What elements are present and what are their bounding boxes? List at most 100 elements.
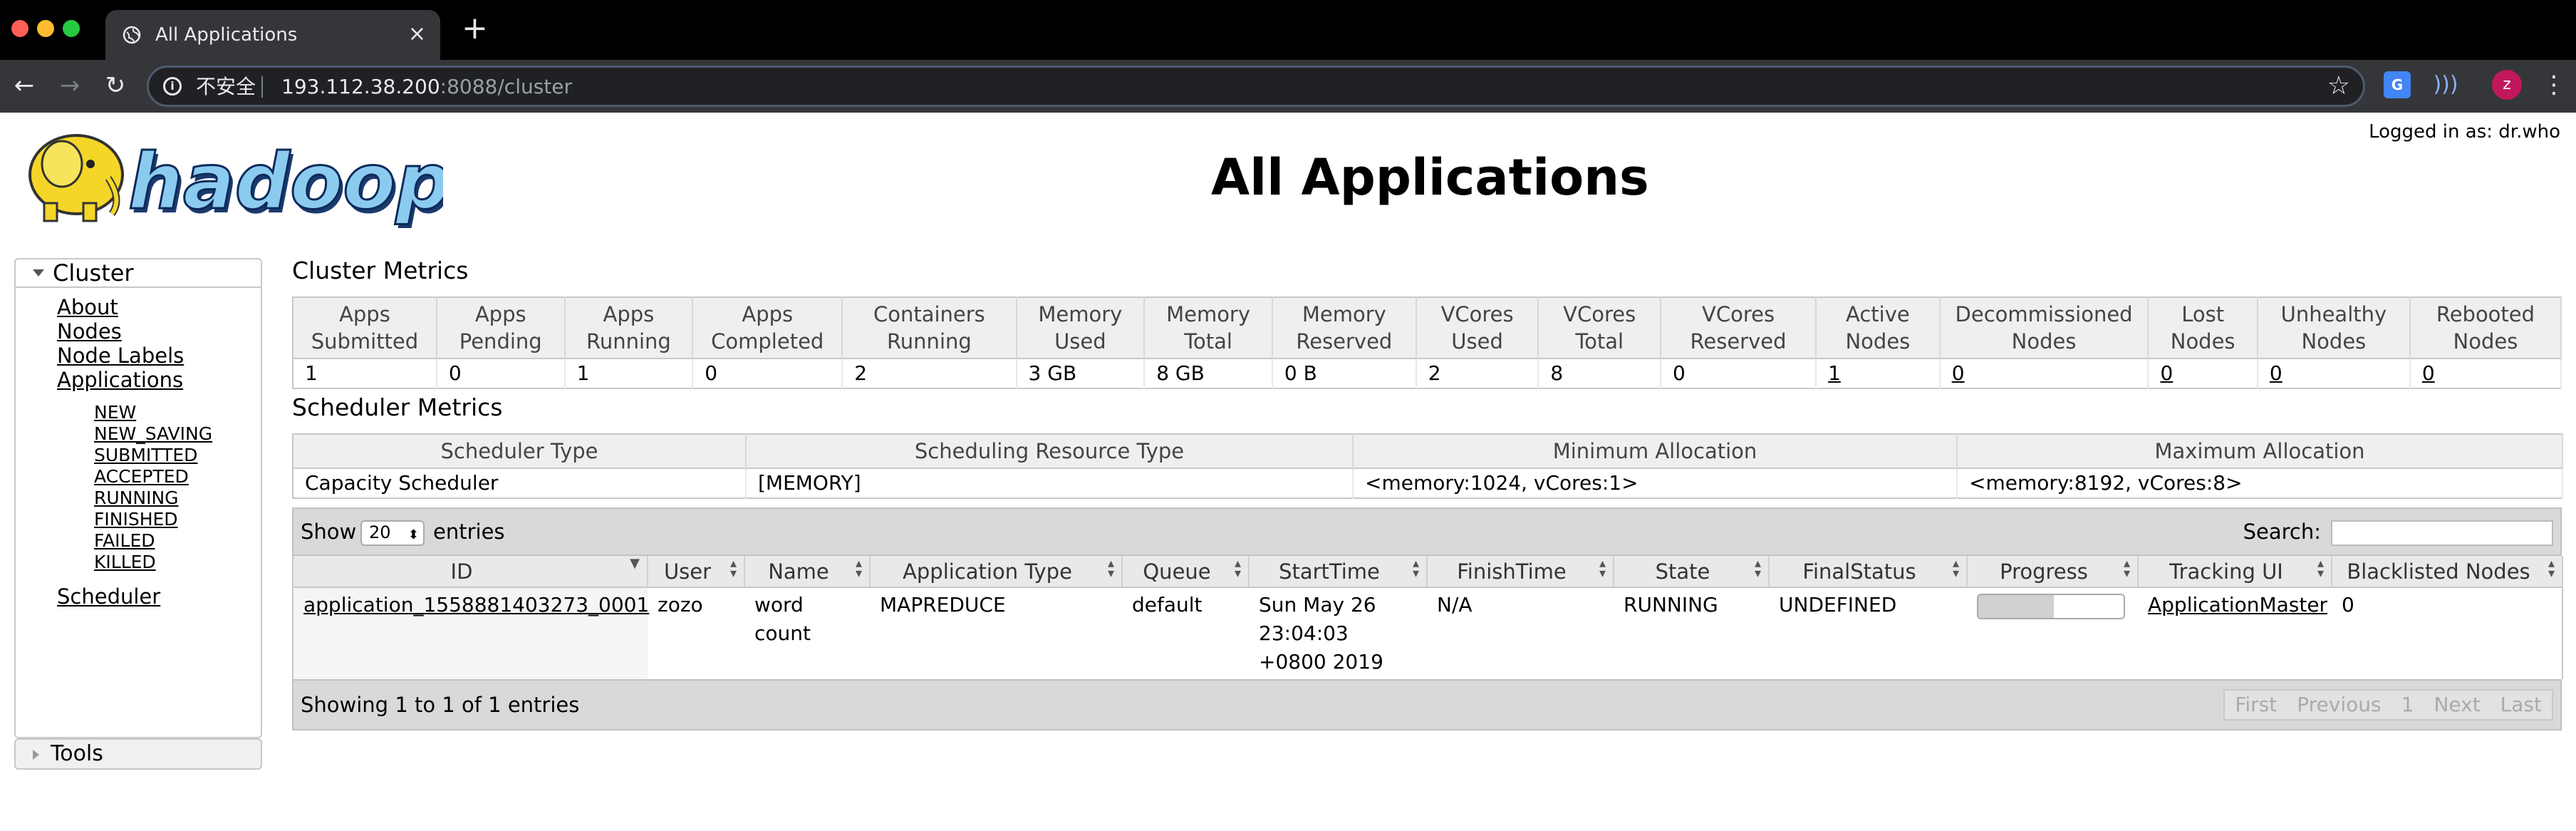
header-unhealthy-nodes: Unhealthy Nodes [2257,297,2411,358]
back-arrow-icon[interactable]: ← [9,70,40,101]
nav-link-new-saving[interactable]: NEW_SAVING [94,423,212,445]
cell-application-type: MAPREDUCE [880,593,1006,616]
progress-bar [1977,594,2125,619]
cluster-label: Cluster [53,259,134,287]
header-vcores-reserved: VCores Reserved [1661,297,1817,358]
sort-icon: ▴ ▾ [855,556,862,581]
scheduler-metrics-header-row: Scheduler Type Scheduling Resource Type … [293,434,2563,468]
page-size-select[interactable]: 20 ⬍ [360,520,425,546]
sort-icon: ▴ ▾ [729,556,737,581]
column-header-name[interactable]: Name ▴ ▾ [744,556,871,588]
value-containers-running: 2 [842,358,1017,388]
tools-nav-header[interactable]: Tools [14,738,262,770]
menu-dots-icon[interactable]: ⋮ [2542,70,2566,99]
nav-link-finished[interactable]: FINISHED [94,509,212,530]
window-minimize-button[interactable] [37,20,54,37]
entries-label: entries [433,520,505,544]
header-vcores-used: VCores Used [1416,297,1539,358]
new-tab-button[interactable]: + [462,13,488,44]
divider [261,76,263,98]
value-unhealthy-nodes-link[interactable]: 0 [2257,358,2411,388]
pager-previous-button[interactable]: Previous [2287,691,2391,719]
window-close-button[interactable] [11,20,28,37]
browser-tab[interactable]: All Applications × [105,10,440,60]
page-title: All Applications [1211,148,1649,207]
hadoop-logo[interactable]: hadoop hadoop [16,121,443,228]
column-header-starttime[interactable]: StartTime ▴ ▾ [1249,556,1428,588]
column-header-progress[interactable]: Progress ▴ ▾ [1967,556,2139,588]
nav-link-new[interactable]: NEW [94,402,212,423]
nav-link-scheduler[interactable]: Scheduler [57,584,160,609]
application-id-link[interactable]: application_1558881403273_0001 [303,593,649,616]
column-header-user[interactable]: User ▴ ▾ [648,556,745,588]
cell-starttime: Sun May 26 23:04:03 +0800 2019 [1259,593,1383,673]
applications-header-row: ID ▼ User ▴ ▾ Name ▴ ▾ Application Type ▴ ▾ Que… [293,556,2563,588]
cluster-metrics-value-row: 1 0 1 0 2 3 GB 8 GB 0 B 2 8 0 1 0 0 0 0 [293,358,2562,388]
tracking-ui-link[interactable]: ApplicationMaster [2148,593,2327,616]
pager-next-button[interactable]: Next [2424,691,2490,719]
nav-link-applications[interactable]: Applications [57,368,184,392]
value-rebooted-nodes-link[interactable]: 0 [2409,358,2562,388]
cell-tracking-ui: ApplicationMaster [2138,587,2332,679]
header-apps-pending: Apps Pending [436,297,566,358]
applications-datatable: Show 20 ⬍ entries Search: ID ▼ User ▴ ▾ Nam… [292,507,2563,731]
column-header-tracking-ui[interactable]: Tracking UI ▴ ▾ [2138,556,2332,588]
header-scheduling-resource-type: Scheduling Resource Type [746,434,1354,468]
reload-icon[interactable]: ↻ [100,70,131,101]
pager-last-button[interactable]: Last [2491,691,2552,719]
value-scheduler-type: Capacity Scheduler [293,468,747,498]
tab-close-icon[interactable]: × [408,21,426,47]
value-lost-nodes-link[interactable]: 0 [2148,358,2258,388]
select-arrows-icon: ⬍ [407,527,419,542]
value-active-nodes-link[interactable]: 1 [1816,358,1941,388]
value-decommissioned-nodes-link[interactable]: 0 [1939,358,2149,388]
cell-blacklisted-nodes: 0 [2342,593,2354,616]
value-vcores-reserved: 0 [1661,358,1817,388]
cluster-links: About Nodes Node Labels Applications [57,295,184,392]
search-input[interactable] [2331,520,2553,546]
scheduler-metrics-value-row: Capacity Scheduler [MEMORY] <memory:1024… [293,468,2563,498]
address-bar[interactable]: i 不安全 193.112.38.200:8088/cluster ☆ [147,66,2365,107]
forward-arrow-icon[interactable]: → [54,70,85,101]
column-header-state[interactable]: State ▴ ▾ [1614,556,1770,588]
header-minimum-allocation: Minimum Allocation [1353,434,1958,468]
column-header-finalstatus[interactable]: FinalStatus ▴ ▾ [1769,556,1968,588]
cluster-nav-header[interactable]: Cluster [16,259,261,288]
column-header-application-type[interactable]: Application Type ▴ ▾ [870,556,1123,588]
bookmark-star-icon[interactable]: ☆ [2327,72,2350,100]
header-apps-running: Apps Running [564,297,694,358]
url-text[interactable]: 193.112.38.200:8088/cluster [281,75,572,99]
nav-link-nodes[interactable]: Nodes [57,319,184,344]
nav-link-killed[interactable]: KILLED [94,552,212,573]
nav-link-accepted[interactable]: ACCEPTED [94,466,212,487]
nav-link-submitted[interactable]: SUBMITTED [94,445,212,466]
header-apps-submitted: Apps Submitted [293,297,437,358]
header-scheduler-type: Scheduler Type [293,434,747,468]
column-header-id[interactable]: ID ▼ [293,556,648,588]
profile-avatar[interactable]: z [2492,70,2522,100]
search-label: Search: [2243,520,2321,544]
pagination: First Previous 1 Next Last [2223,689,2553,721]
svg-text:hadoop: hadoop [128,138,443,227]
value-apps-pending: 0 [436,358,566,388]
pager-first-button[interactable]: First [2225,691,2287,719]
window-zoom-button[interactable] [63,20,80,37]
nav-link-failed[interactable]: FAILED [94,530,212,552]
insecure-label: 不安全 [196,75,256,98]
value-minimum-allocation: <memory:1024, vCores:1> [1353,468,1958,498]
column-header-queue[interactable]: Queue ▴ ▾ [1122,556,1250,588]
column-header-finishtime[interactable]: FinishTime ▴ ▾ [1427,556,1614,588]
audio-extension-icon[interactable]: ))) [2432,71,2459,98]
info-icon[interactable]: i [163,77,182,96]
header-memory-total: Memory Total [1144,297,1273,358]
value-scheduling-resource-type: [MEMORY] [746,468,1354,498]
nav-link-node-labels[interactable]: Node Labels [57,344,184,368]
nav-link-running[interactable]: RUNNING [94,487,212,509]
nav-link-about[interactable]: About [57,295,184,319]
column-header-blacklisted-nodes[interactable]: Blacklisted Nodes ▴ ▾ [2332,556,2563,588]
translate-extension-icon[interactable]: G [2384,71,2411,98]
pager-page-1-button[interactable]: 1 [2391,691,2424,719]
sort-icon: ▴ ▾ [1599,556,1606,581]
url-host: 193.112.38.200 [281,75,440,98]
app-state-links: NEW NEW_SAVING SUBMITTED ACCEPTED RUNNIN… [94,402,212,573]
